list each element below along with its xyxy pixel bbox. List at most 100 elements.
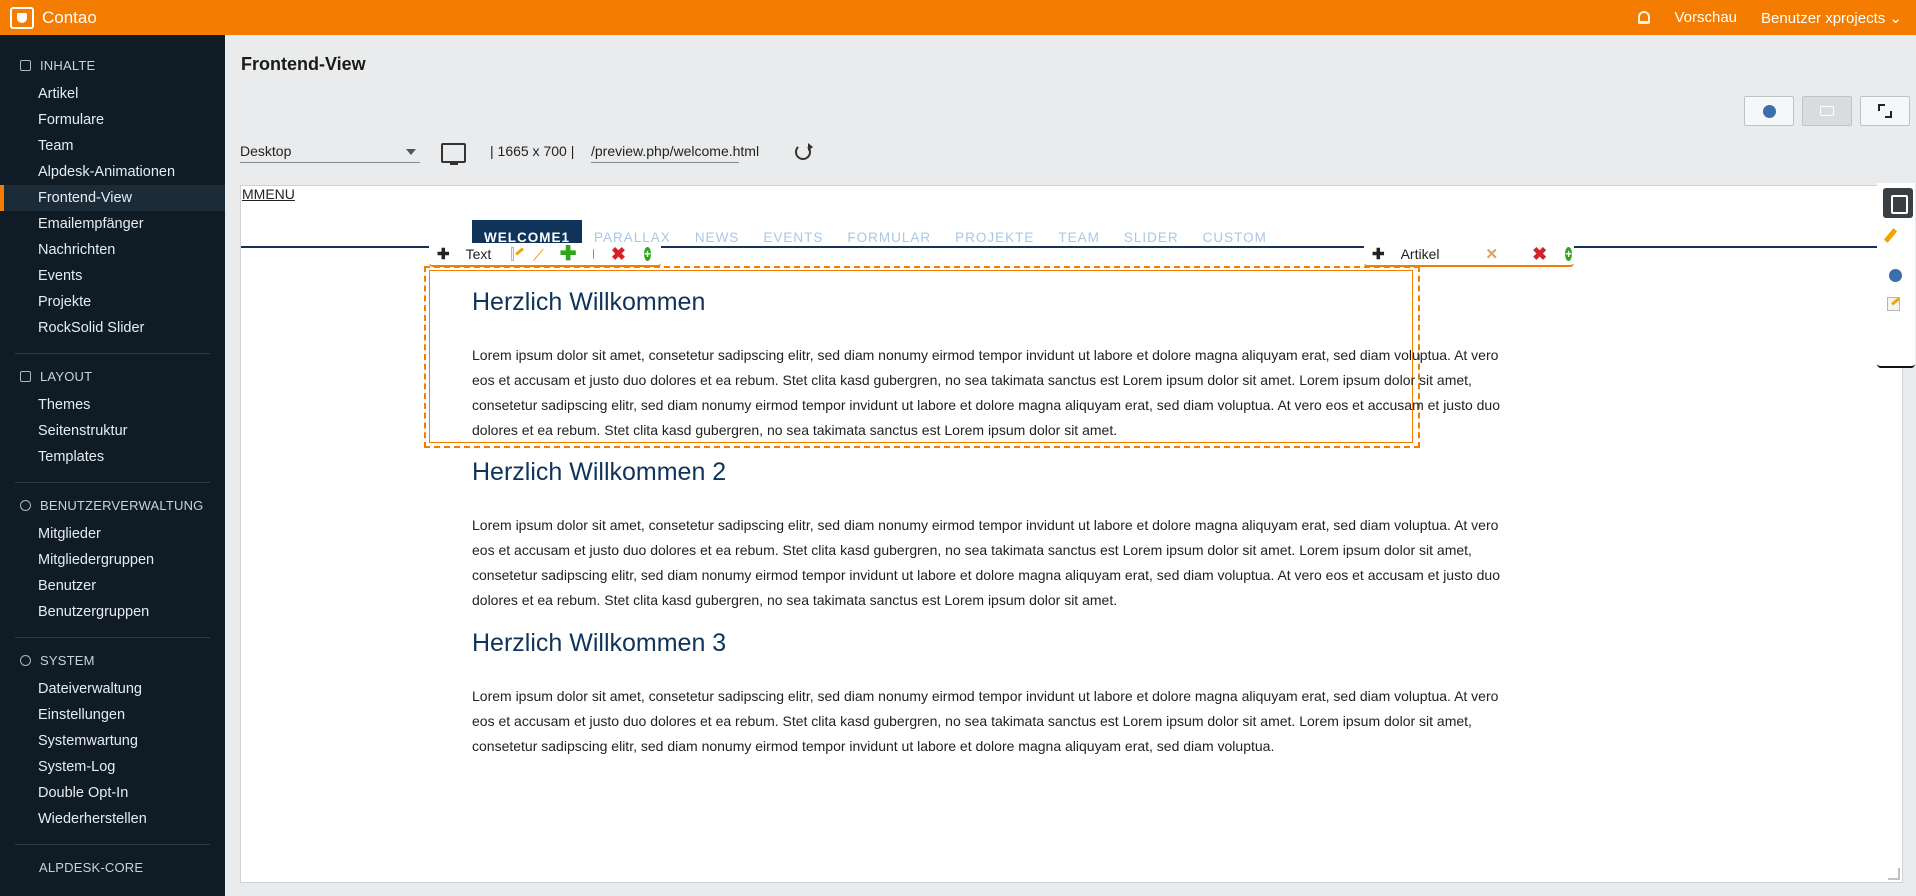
sidebar-item[interactable]: Nachrichten (0, 237, 225, 263)
add-circle-icon[interactable]: + (643, 247, 651, 261)
mmenu-link[interactable]: MMENU (242, 186, 295, 202)
nav-item[interactable]: SLIDER (1112, 220, 1191, 248)
fullscreen-button[interactable] (1860, 96, 1910, 126)
text-element-toolbar: ✚ Text ✚ ✖ + (429, 243, 661, 267)
add-circle-icon[interactable]: + (1565, 247, 1573, 261)
caret-down-icon (406, 149, 416, 155)
sidebar-item[interactable]: Events (0, 263, 225, 289)
nav-item[interactable]: NEWS (683, 220, 752, 248)
group-icon (20, 499, 31, 511)
sidebar-item[interactable]: Formulare (0, 107, 225, 133)
bell-icon[interactable] (1638, 11, 1651, 24)
nav-item[interactable]: PROJEKTE (943, 220, 1046, 248)
sidebar-group: INHALTE Artikel Formulare Team Alpdesk-Anima… (0, 55, 225, 341)
sidebar-group-title: ALPDESK-CORE (39, 859, 144, 875)
sidebar-item[interactable]: Double Opt-In (0, 780, 225, 806)
resize-handle-icon[interactable] (1888, 868, 1900, 880)
preview-frame: MMENU WELCOME1 PARALLAX NEWS EVENTS FORMULAR… (240, 185, 1903, 883)
article-paragraph: Lorem ipsum dolor sit amet, consetetur s… (472, 688, 1499, 754)
article: Herzlich Willkommen 3 Lorem ipsum dolor s… (472, 629, 1522, 759)
edit-note-icon[interactable] (511, 247, 514, 261)
sidebar-item[interactable]: Einstellungen (0, 702, 225, 728)
sidebar-item[interactable]: Team (0, 133, 225, 159)
sidebar-group-header[interactable]: SYSTEM (0, 650, 225, 670)
main-content: Frontend-View Desktop | 1665 x 700 | /pr… (225, 35, 1916, 896)
sidebar-item[interactable]: Dateiverwaltung (0, 676, 225, 702)
sidebar-item[interactable]: Benutzer (0, 573, 225, 599)
article-heading: Herzlich Willkommen 3 (472, 629, 727, 657)
reload-icon[interactable] (795, 143, 813, 160)
sidebar-divider (15, 844, 210, 845)
contao-logo-icon[interactable] (1883, 188, 1913, 218)
preview-link[interactable]: Vorschau (1674, 9, 1737, 26)
contao-logo-icon (10, 6, 34, 29)
pencil-icon[interactable] (1883, 228, 1898, 243)
add-icon[interactable]: ✚ (560, 244, 577, 264)
device-select[interactable]: Desktop (240, 141, 420, 163)
sidebar-group-title: BENUTZERVERWALTUNG (40, 497, 204, 513)
sidebar-item[interactable]: Themes (0, 392, 225, 418)
sidebar-group-title: SYSTEM (40, 652, 95, 668)
group-icon (20, 59, 31, 71)
sidebar-group-header[interactable]: LAYOUT (0, 366, 225, 386)
move-icon[interactable]: ✚ (1372, 245, 1385, 263)
url-input[interactable]: /preview.php/welcome.html (591, 141, 759, 163)
fullscreen-icon (1878, 104, 1892, 118)
nav-item[interactable]: CUSTOM (1191, 220, 1279, 248)
device-rotate-icon[interactable] (441, 143, 466, 165)
sidebar-item[interactable]: Wiederherstellen (0, 806, 225, 832)
sidebar-group: SYSTEM Dateiverwaltung Einstellungen System… (0, 650, 225, 832)
blue-dot-icon (1762, 104, 1776, 118)
move-icon[interactable]: ✚ (437, 245, 450, 263)
pencil-icon[interactable] (1458, 248, 1469, 260)
sidebar-group-header[interactable]: INHALTE (0, 55, 225, 75)
edit-note-icon[interactable] (1887, 297, 1900, 311)
preview-mode-button[interactable] (1744, 96, 1794, 126)
sidebar-divider (15, 637, 210, 638)
page-title: Frontend-View (241, 54, 366, 74)
sidebar-item[interactable]: Projekte (0, 289, 225, 315)
sidebar-item[interactable]: Artikel (0, 81, 225, 107)
pencil-icon[interactable] (532, 248, 543, 260)
article-toolbar: ✚ Artikel ✕ ✖ + (1364, 243, 1574, 267)
sidebar-item[interactable]: Mitgliedergruppen (0, 547, 225, 573)
article-heading: Herzlich Willkommen (472, 288, 706, 316)
article-paragraph: Lorem ipsum dolor sit amet, consetetur s… (472, 517, 1501, 608)
sidebar-item[interactable]: Seitenstruktur (0, 418, 225, 444)
nav-item[interactable]: FORMULAR (835, 220, 943, 248)
resolution-text: | 1665 x 700 | (490, 143, 575, 159)
sidebar-divider (15, 482, 210, 483)
article: Herzlich Willkommen 2 Lorem ipsum dolor s… (472, 458, 1522, 613)
edit-mode-button[interactable] (1802, 96, 1852, 126)
delete-icon[interactable]: ✖ (1532, 245, 1547, 263)
article: Herzlich Willkommen Lorem ipsum dolor sit… (472, 288, 1522, 443)
sidebar-item[interactable]: Benutzergruppen (0, 599, 225, 625)
delete-icon[interactable]: ✖ (611, 245, 626, 263)
sidebar-item[interactable]: Alpdesk-Animationen (0, 159, 225, 185)
sidebar-group-header[interactable]: ALPDESK-CORE (0, 857, 225, 877)
sidebar-item[interactable]: Frontend-View (0, 185, 225, 211)
sidebar-item[interactable]: Systemwartung (0, 728, 225, 754)
group-icon (20, 654, 31, 666)
user-menu-label: Benutzer xprojects (1761, 9, 1886, 27)
tools-icon[interactable]: ✕ (1485, 245, 1498, 263)
brand[interactable]: Contao (10, 0, 97, 35)
group-icon (20, 370, 31, 382)
sidebar-item[interactable]: Emailempfänger (0, 211, 225, 237)
monitor-icon (1820, 106, 1834, 116)
frontend-side-toolbar (1877, 183, 1915, 368)
blue-dot-icon[interactable] (1889, 269, 1902, 282)
sidebar-item[interactable]: System-Log (0, 754, 225, 780)
sidebar-item[interactable]: Mitglieder (0, 521, 225, 547)
sidebar-item[interactable]: RockSolid Slider (0, 315, 225, 341)
nav-item[interactable]: TEAM (1046, 220, 1112, 248)
sidebar-group-title: LAYOUT (40, 368, 93, 384)
top-bar: Contao Vorschau Benutzer xprojects ⌄ (0, 0, 1916, 35)
user-menu[interactable]: Benutzer xprojects ⌄ (1761, 9, 1902, 27)
chevron-down-icon: ⌄ (1889, 9, 1902, 27)
nav-item[interactable]: EVENTS (751, 220, 835, 248)
sidebar-divider (15, 353, 210, 354)
sidebar-group-header[interactable]: BENUTZERVERWALTUNG (0, 495, 225, 515)
sidebar-item[interactable]: Templates (0, 444, 225, 470)
article-toolbar-label: Artikel (1400, 246, 1440, 262)
